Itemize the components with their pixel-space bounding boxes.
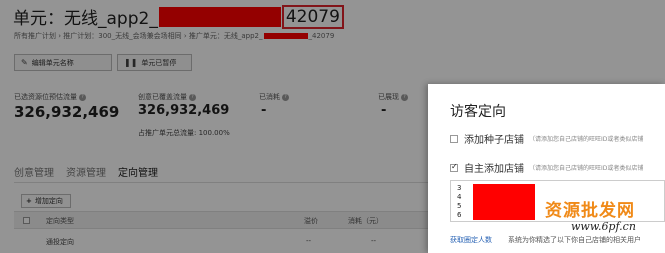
dialog-title: 访客定向	[450, 104, 506, 120]
seed-shop-hint: （请添加您自己店铺的旺旺ID或者类似店铺	[529, 136, 644, 143]
custom-shop-option[interactable]: 自主添加店铺 （请添加您自己店铺的旺旺ID或者类似店铺	[450, 160, 643, 175]
watermark-url: www.6pf.cn	[571, 220, 636, 233]
custom-shop-checkbox[interactable]	[450, 162, 458, 172]
custom-shop-hint: （请添加您自己店铺的旺旺ID或者类似店铺	[529, 165, 644, 172]
get-audience-count-link[interactable]: 获取圈定人数	[450, 235, 492, 245]
seed-shop-label: 添加种子店铺	[464, 135, 524, 146]
line-numbers: 3 4 5 6	[457, 184, 461, 220]
system-selection-text: 系统为你精选了以下你自己店铺的相关用户	[508, 236, 641, 244]
watermark: 资源批发网	[545, 201, 635, 221]
line-number: 4	[457, 193, 462, 201]
line-number: 6	[457, 211, 462, 219]
seed-shop-option[interactable]: 添加种子店铺 （请添加您自己店铺的旺旺ID或者类似店铺	[450, 131, 643, 146]
custom-shop-label: 自主添加店铺	[464, 164, 524, 175]
line-number: 3	[457, 184, 462, 192]
redaction-block	[473, 184, 535, 220]
seed-shop-checkbox[interactable]	[450, 134, 458, 143]
line-number: 5	[457, 202, 462, 210]
